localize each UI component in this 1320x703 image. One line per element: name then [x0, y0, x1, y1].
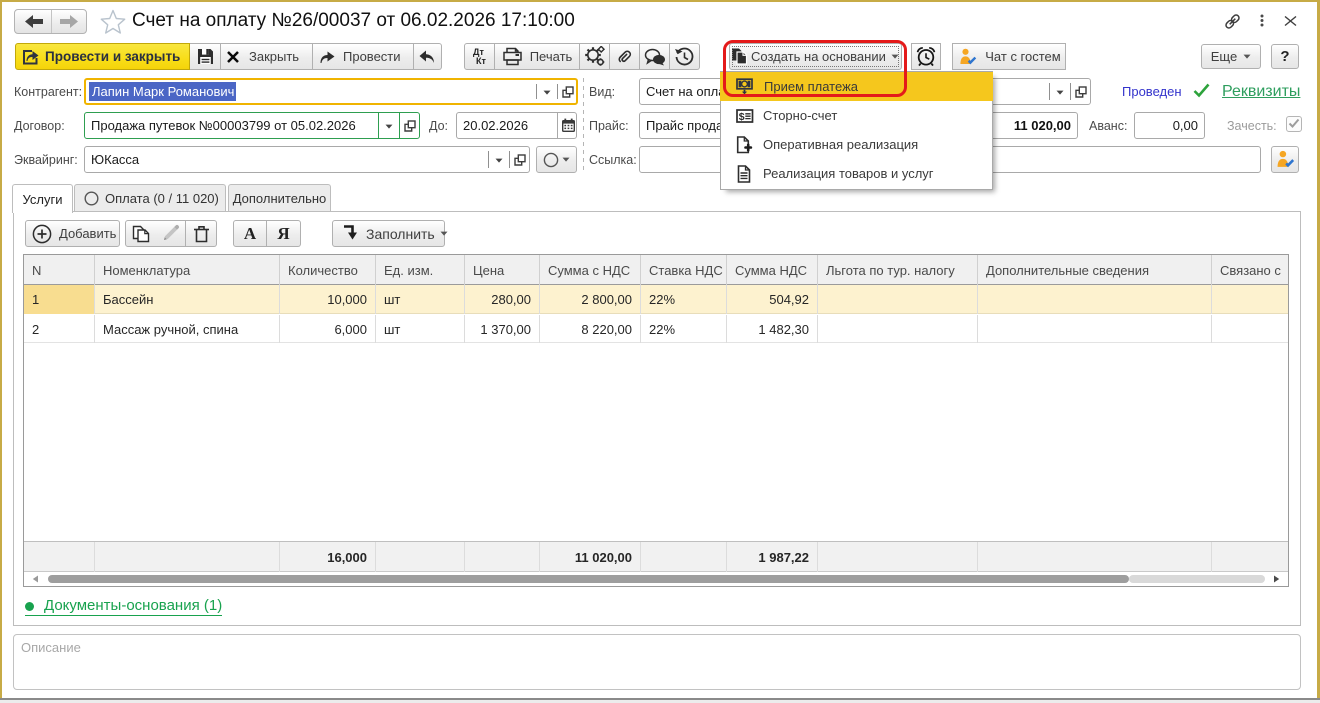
- svg-text:$: $: [739, 111, 745, 123]
